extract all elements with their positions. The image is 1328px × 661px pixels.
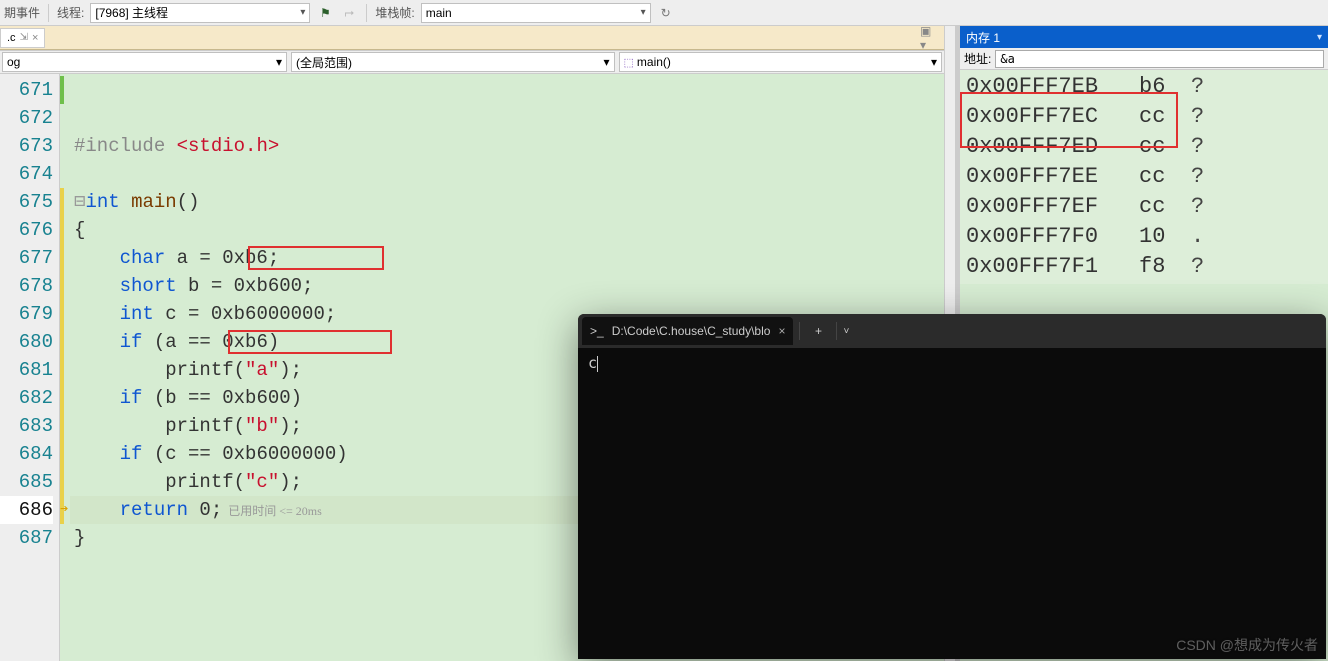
code-line xyxy=(70,160,944,188)
memory-row: 0x00FFF7EEcc? xyxy=(966,162,1322,192)
memory-row: 0x00FFF7F010. xyxy=(966,222,1322,252)
stack-frame-label: 堆栈帧: xyxy=(375,4,414,21)
file-tab-label: .c xyxy=(7,32,16,44)
watermark: CSDN @想成为传火者 xyxy=(1176,635,1318,655)
memory-address-row: 地址: xyxy=(960,48,1328,70)
terminal-text: c xyxy=(588,354,597,372)
code-line: { xyxy=(70,216,944,244)
close-icon[interactable]: × xyxy=(32,32,38,44)
preview-icon[interactable]: ▣ ▾ xyxy=(920,29,938,47)
terminal-tab-title: D:\Code\C.house\C_study\blo xyxy=(612,324,771,338)
separator xyxy=(48,4,49,22)
chevron-down-icon: ▾ xyxy=(641,7,646,18)
scope-value: og xyxy=(7,55,20,69)
memory-row: 0x00FFF7EFcc? xyxy=(966,192,1322,222)
memory-row: 0x00FFF7F1f8? xyxy=(966,252,1322,282)
memory-address-input[interactable] xyxy=(995,50,1324,68)
change-bar-strip xyxy=(60,74,70,661)
thread-value: [7968] 主线程 xyxy=(95,4,168,21)
terminal-titlebar[interactable]: >_ D:\Code\C.house\C_study\blo × + ˅ xyxy=(578,314,1326,348)
memory-row: 0x00FFF7EDcc? xyxy=(966,132,1322,162)
terminal-window[interactable]: >_ D:\Code\C.house\C_study\blo × + ˅ c xyxy=(578,314,1326,659)
thread-select[interactable]: [7968] 主线程 ▾ xyxy=(90,3,310,23)
code-line: short b = 0xb600; xyxy=(70,272,944,300)
new-tab-button[interactable]: + xyxy=(806,324,830,338)
execution-arrow-icon: ➔ xyxy=(60,496,68,524)
terminal-icon: >_ xyxy=(590,324,604,338)
close-icon[interactable]: × xyxy=(778,324,785,338)
memory-address-label: 地址: xyxy=(964,50,991,67)
line-number-gutter: 671 672 673 674 675 676 677 678 679 680 … xyxy=(0,74,60,661)
file-tabs: .c ⇲ × ▣ ▾ xyxy=(0,26,944,50)
memory-panel-title[interactable]: 内存 1 ▾ xyxy=(960,26,1328,48)
code-nav-row: og ▾ (全局范围) ▾ ⬚main() ▾ xyxy=(0,50,944,74)
event-label: 期事件 xyxy=(4,4,40,21)
step-icon[interactable]: ⮣ xyxy=(340,4,358,22)
file-tab[interactable]: .c ⇲ × xyxy=(0,28,45,48)
thread-label: 线程: xyxy=(57,4,84,21)
scope-value: (全局范围) xyxy=(296,54,352,71)
memory-row: 0x00FFF7EBb6? xyxy=(966,72,1322,102)
terminal-tab[interactable]: >_ D:\Code\C.house\C_study\blo × xyxy=(582,317,793,345)
pin-icon[interactable]: ⇲ xyxy=(20,32,28,43)
scope-project-select[interactable]: og ▾ xyxy=(2,52,287,72)
stack-frame-select[interactable]: main ▾ xyxy=(421,3,651,23)
stack-frame-value: main xyxy=(426,6,452,20)
chevron-down-icon: ▾ xyxy=(276,55,282,69)
scope-value: main() xyxy=(637,55,671,69)
debug-toolbar: 期事件 线程: [7968] 主线程 ▾ ⚑ ⮣ 堆栈帧: main ▾ ↻ xyxy=(0,0,1328,26)
code-line xyxy=(70,104,944,132)
terminal-output[interactable]: c xyxy=(578,348,1326,659)
scope-function-select[interactable]: ⬚main() ▾ xyxy=(619,52,943,72)
cursor xyxy=(597,356,598,372)
separator xyxy=(366,4,367,22)
code-line: char a = 0xb6; xyxy=(70,244,944,272)
scope-global-select[interactable]: (全局范围) ▾ xyxy=(291,52,615,72)
memory-dump[interactable]: 0x00FFF7EBb6? 0x00FFF7ECcc? 0x00FFF7EDcc… xyxy=(960,70,1328,284)
code-line: #include <stdio.h> xyxy=(70,132,944,160)
dropdown-icon[interactable]: ▾ xyxy=(1317,32,1322,43)
chevron-down-icon: ▾ xyxy=(300,7,305,18)
code-line: ⊟int main() xyxy=(70,188,944,216)
chevron-down-icon: ▾ xyxy=(603,55,609,69)
cube-icon: ⬚ xyxy=(624,57,634,69)
code-line xyxy=(70,76,944,104)
bookmark-icon[interactable]: ⚑ xyxy=(316,4,334,22)
refresh-icon[interactable]: ↻ xyxy=(657,4,675,22)
tab-dropdown-icon[interactable]: ˅ xyxy=(843,326,849,337)
chevron-down-icon: ▾ xyxy=(931,55,937,69)
memory-row: 0x00FFF7ECcc? xyxy=(966,102,1322,132)
